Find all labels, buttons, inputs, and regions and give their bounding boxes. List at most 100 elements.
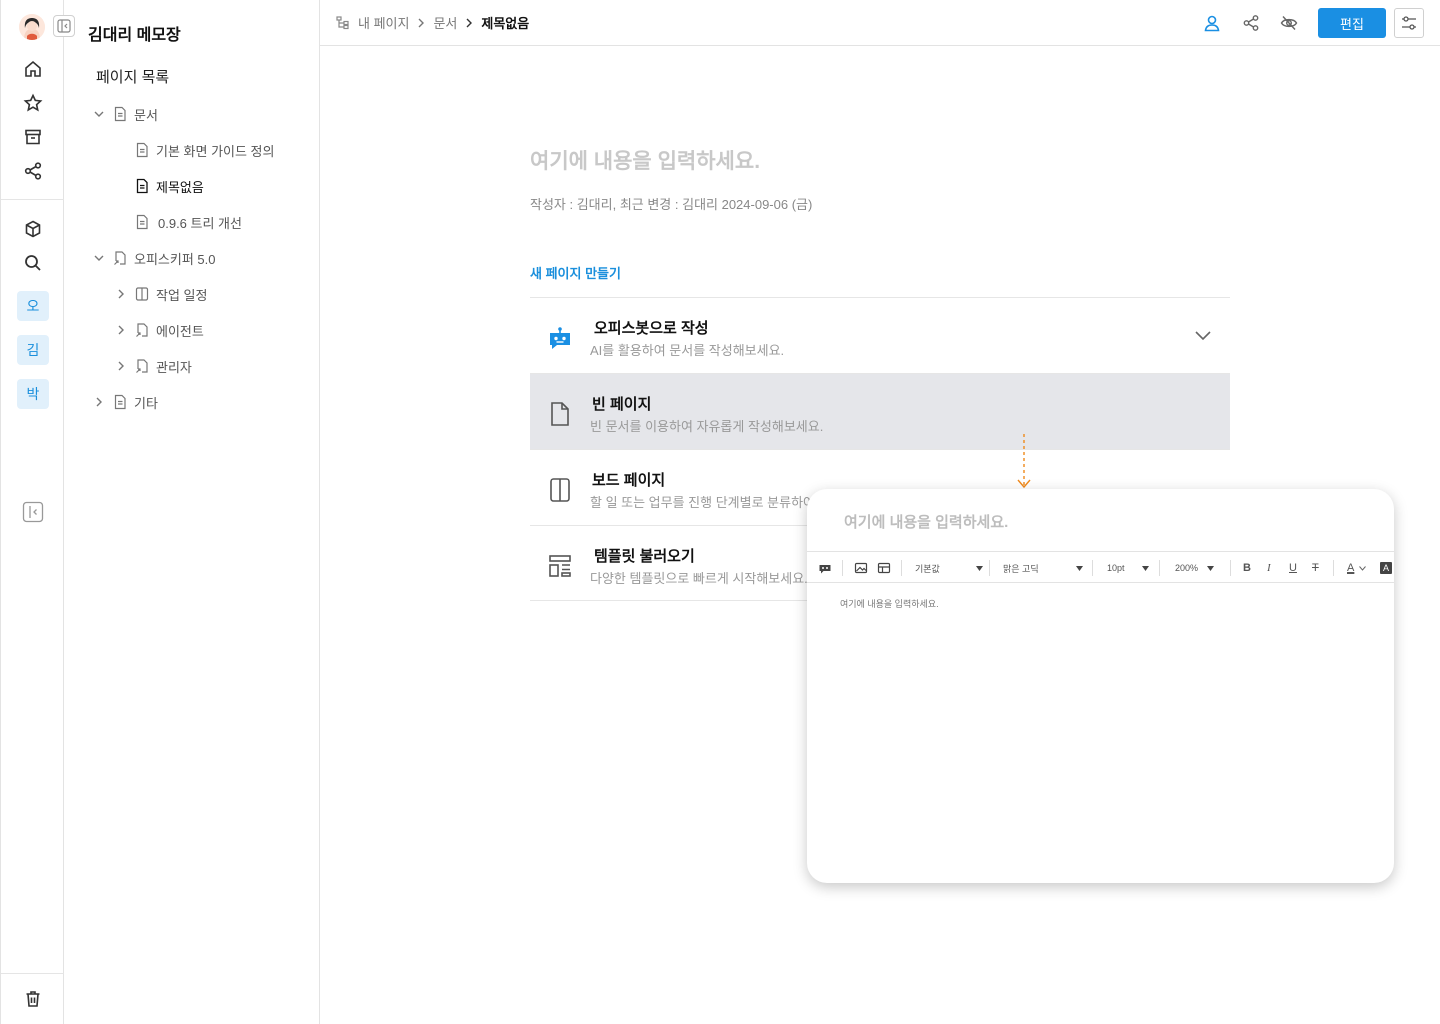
- document-icon: [136, 214, 148, 230]
- archive-icon[interactable]: [21, 125, 45, 149]
- pagelist-title: 페이지 목록: [96, 69, 170, 86]
- chevron-down-icon[interactable]: [1194, 328, 1212, 342]
- page-sidebar: 김대리 메모장 페이지 목록 문서 기본 화면 가이드 정의 제목없음 0.9.…: [64, 0, 320, 1024]
- chevron-down-icon[interactable]: [92, 107, 106, 121]
- edit-button[interactable]: 편집: [1318, 8, 1386, 38]
- avatar[interactable]: [19, 14, 45, 40]
- option-desc: AI를 활용하여 문서를 작성해보세요.: [590, 343, 785, 358]
- page-title-placeholder[interactable]: 여기에 내용을 입력하세요.: [530, 145, 760, 175]
- document-icon: [136, 142, 148, 158]
- space-button-park[interactable]: 박: [17, 379, 49, 409]
- tree-item-schedule[interactable]: 작업 일정: [114, 282, 207, 306]
- caret-down-icon: [1076, 565, 1083, 571]
- new-page-heading: 새 페이지 만들기: [530, 266, 621, 281]
- option-title: 오피스봇으로 작성: [594, 320, 709, 337]
- cube-icon[interactable]: [21, 217, 45, 241]
- document-icon: [136, 178, 148, 194]
- home-icon[interactable]: [21, 57, 45, 81]
- tree-item-label: 문서: [134, 107, 158, 123]
- chevron-right-icon[interactable]: [114, 359, 128, 373]
- settings-button[interactable]: [1394, 8, 1424, 38]
- chevron-right-icon[interactable]: [92, 395, 106, 409]
- option-desc: 빈 문서를 이용하여 자유롭게 작성해보세요.: [590, 419, 824, 434]
- tree-item-agent[interactable]: 에이전트: [114, 318, 204, 342]
- document-icon: [114, 394, 126, 410]
- font-color-button[interactable]: A: [1347, 559, 1367, 577]
- option-officebot[interactable]: 오피스봇으로 작성 AI를 활용하여 문서를 작성해보세요.: [530, 297, 1230, 373]
- tree-item-label: 제목없음: [156, 179, 204, 195]
- font-select[interactable]: 맑은 고딕: [1003, 559, 1083, 577]
- chevron-right-icon[interactable]: [114, 287, 128, 301]
- blank-page-icon: [551, 402, 569, 426]
- page-meta: 작성자 : 김대리, 최근 변경 : 김대리 2024-09-06 (금): [530, 197, 813, 212]
- user-icon[interactable]: [1200, 11, 1224, 35]
- linked-page-icon: [136, 359, 148, 373]
- editor-title-placeholder[interactable]: 여기에 내용을 입력하세요.: [844, 511, 1008, 532]
- tree-item-label: 기본 화면 가이드 정의: [156, 143, 275, 159]
- breadcrumb: 내 페이지 문서 제목없음: [336, 13, 529, 32]
- highlight-color-button[interactable]: A: [1380, 559, 1392, 577]
- image-icon[interactable]: [854, 559, 868, 577]
- sitemap-icon: [336, 15, 349, 29]
- zoom-value: 200%: [1175, 563, 1199, 573]
- board-icon: [135, 287, 149, 301]
- linked-page-icon: [136, 323, 148, 337]
- tree-item-label: 오피스키퍼 5.0: [134, 251, 216, 267]
- eye-off-icon[interactable]: [1277, 11, 1301, 35]
- breadcrumb-item[interactable]: 문서: [433, 13, 457, 32]
- zoom-select[interactable]: 200%: [1175, 559, 1214, 577]
- space-button-kim[interactable]: 김: [17, 335, 49, 365]
- tree-item-label: 에이전트: [156, 323, 204, 339]
- bot-icon[interactable]: [818, 559, 832, 577]
- sliders-icon: [1402, 16, 1416, 30]
- tree-item-officekeeper[interactable]: 오피스키퍼 5.0: [92, 246, 215, 270]
- chevron-down-icon: [1359, 565, 1367, 571]
- arrow-down-icon: [1017, 434, 1031, 489]
- trash-icon[interactable]: [21, 987, 45, 1011]
- option-title: 빈 페이지: [592, 396, 652, 413]
- editor-body-placeholder[interactable]: 여기에 내용을 입력하세요.: [840, 597, 939, 610]
- sidebar-collapse-button[interactable]: [53, 15, 75, 37]
- option-blank-page[interactable]: 빈 페이지 빈 문서를 이용하여 자유롭게 작성해보세요.: [530, 373, 1230, 449]
- caret-down-icon: [1142, 565, 1149, 571]
- tree-item-label: 0.9.6 트리 개선: [158, 215, 242, 231]
- left-rail: 오 김 박: [0, 0, 64, 1024]
- collapse-panel-icon[interactable]: [21, 500, 45, 524]
- font-size-select[interactable]: 10pt: [1107, 559, 1149, 577]
- option-title: 보드 페이지: [592, 472, 666, 489]
- linked-page-icon: [114, 251, 126, 265]
- option-title: 템플릿 불러오기: [594, 548, 695, 565]
- table-icon[interactable]: [877, 559, 891, 577]
- space-button-o[interactable]: 오: [17, 291, 49, 321]
- chevron-right-icon[interactable]: [114, 323, 128, 337]
- strikethrough-button[interactable]: T: [1312, 559, 1319, 577]
- tree-item-docs[interactable]: 문서: [92, 102, 158, 126]
- tree-item-tree-improve[interactable]: 0.9.6 트리 개선: [134, 210, 242, 234]
- option-desc: 할 일 또는 업무를 진행 단계별로 분류하여: [590, 495, 815, 510]
- underline-button[interactable]: U: [1289, 559, 1297, 577]
- editor-toolbar: 기본값 맑은 고딕 10pt 200% B I U T A A: [807, 551, 1394, 583]
- breadcrumb-item[interactable]: 내 페이지: [358, 13, 409, 32]
- font-size-value: 10pt: [1107, 563, 1125, 573]
- share-icon[interactable]: [1239, 11, 1263, 35]
- star-icon[interactable]: [21, 91, 45, 115]
- tree-item-guide[interactable]: 기본 화면 가이드 정의: [134, 138, 274, 162]
- style-select-value: 기본값: [915, 563, 940, 574]
- style-select[interactable]: 기본값: [915, 559, 983, 577]
- italic-button[interactable]: I: [1267, 559, 1271, 577]
- bold-button[interactable]: B: [1243, 559, 1251, 577]
- breadcrumb-current: 제목없음: [481, 16, 530, 31]
- font-select-value: 맑은 고딕: [1003, 563, 1039, 574]
- chevron-down-icon[interactable]: [92, 251, 106, 265]
- board-icon: [550, 478, 570, 502]
- tree-item-label: 관리자: [156, 359, 192, 375]
- tree-item-etc[interactable]: 기타: [92, 390, 158, 414]
- highlight-label: A: [1380, 562, 1392, 574]
- tree-item-admin[interactable]: 관리자: [114, 354, 192, 378]
- chevron-right-icon: [466, 18, 473, 27]
- bot-icon: [550, 327, 570, 349]
- tree-item-label: 기타: [134, 395, 158, 411]
- tree-item-untitled[interactable]: 제목없음: [134, 174, 204, 198]
- share-icon[interactable]: [21, 159, 45, 183]
- search-icon[interactable]: [21, 251, 45, 275]
